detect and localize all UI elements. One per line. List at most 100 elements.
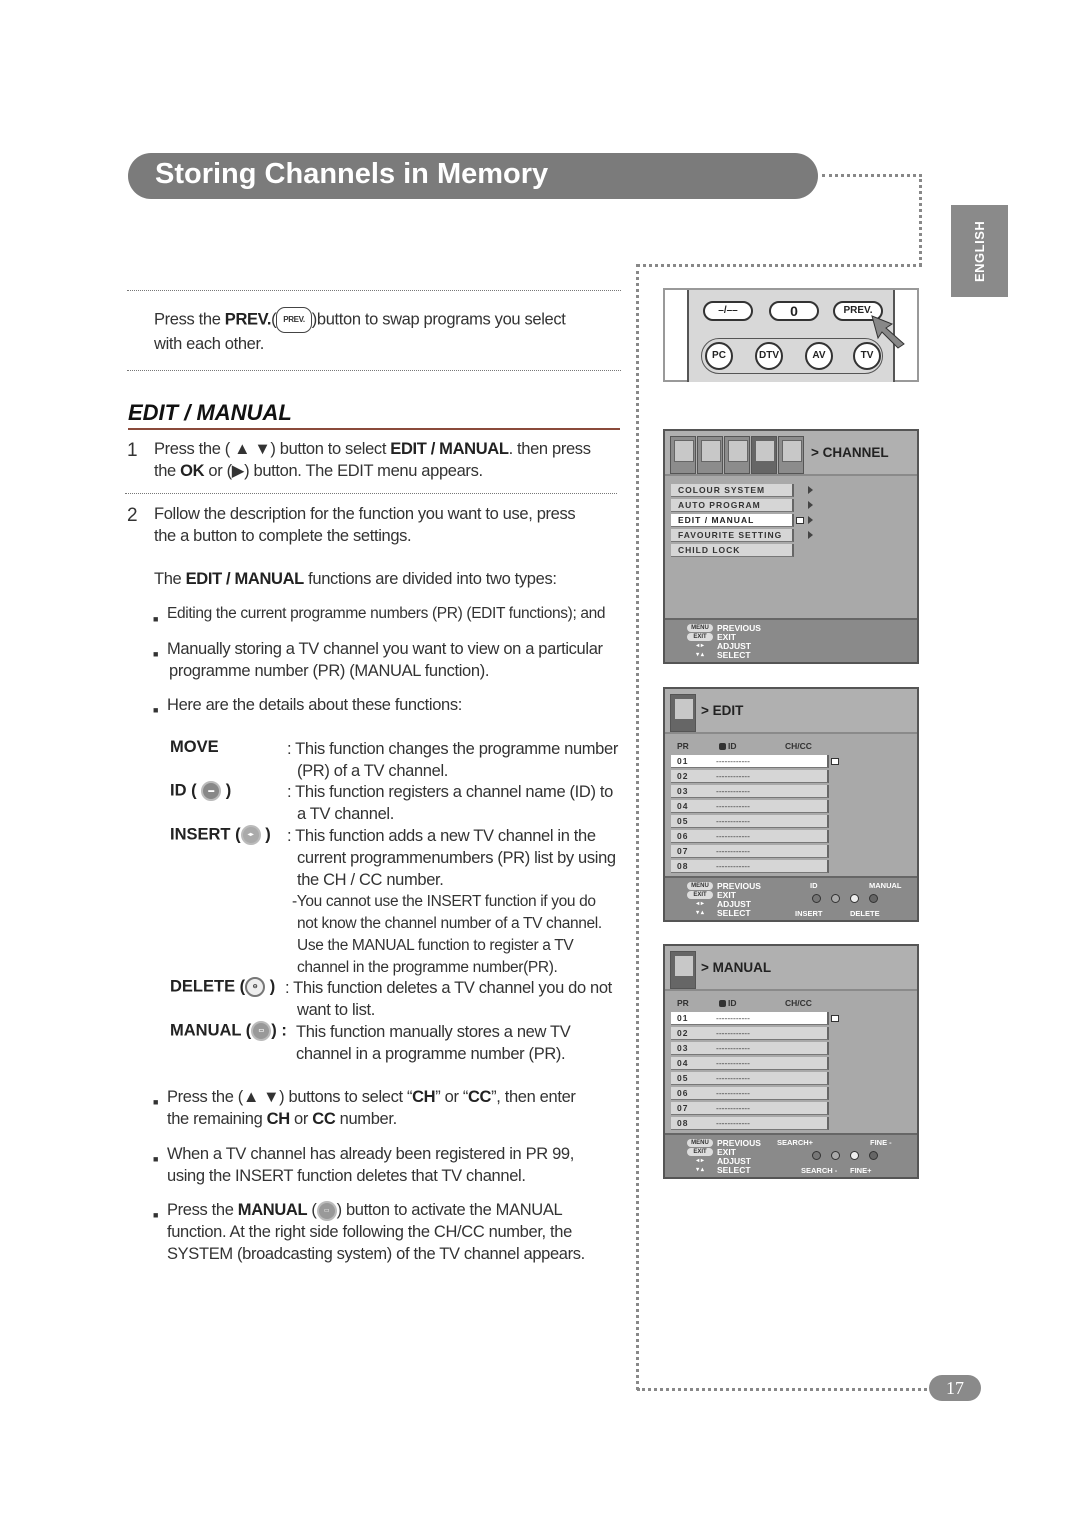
pr-number: 02 (677, 771, 689, 781)
select-label: SELECT (717, 649, 751, 660)
table-row[interactable]: 04 ------------ (671, 800, 829, 813)
menu-item[interactable]: COLOUR SYSTEM (671, 484, 794, 497)
cursor-icon (796, 517, 804, 524)
menu-item[interactable]: AUTO PROGRAM (671, 499, 794, 512)
text: MANUAL (869, 881, 902, 890)
menu-item[interactable]: CHILD LOCK (671, 544, 794, 557)
menu-title: > CHANNEL (811, 445, 889, 460)
text: OK (180, 462, 205, 480)
menu-item[interactable]: EDIT / MANUAL (671, 514, 794, 527)
menu-item[interactable]: FAVOURITE SETTING (671, 529, 794, 542)
remote-illustration: –/–– 0 PREV. PC DTV AV TV (663, 288, 919, 382)
text: Press the ( (167, 1088, 243, 1106)
manual-button-icon: ▭ (251, 1021, 272, 1041)
text: : This function deletes a TV channel you… (285, 979, 612, 997)
text: a TV channel. (297, 805, 394, 823)
text: ) button to select (270, 440, 391, 458)
divider (637, 1388, 927, 1391)
lock-icon (719, 743, 726, 750)
text: EDIT / MANUAL (185, 570, 305, 588)
step-number: 1 (127, 440, 138, 461)
bullet: Editing the current programme numbers (P… (153, 603, 606, 630)
step-2: Follow the description for the function … (154, 503, 624, 547)
channel-id: ------------ (716, 1073, 750, 1083)
table-row[interactable]: 07 ------------ (671, 1102, 829, 1115)
osd-footer: SEARCH+ FINE - SEARCH - FINE+ MENU PREVIO… (665, 1133, 917, 1177)
divider (127, 370, 621, 371)
sound-menu-icon (697, 436, 723, 474)
bullet: Press the (▲ ▼) buttons to select “CH” o… (153, 1086, 576, 1130)
text: Use the MANUAL function to register a TV (297, 937, 574, 954)
bullet: Press the MANUAL (▭) button to activate … (153, 1199, 585, 1265)
text: SYSTEM (broadcasting system) of the TV c… (167, 1245, 585, 1263)
text: : This function adds a new TV channel in… (287, 827, 596, 845)
text: MANUAL (237, 1201, 308, 1219)
desc-move: : This function changes the programme nu… (287, 738, 627, 782)
channel-id: ------------ (716, 846, 750, 856)
text: MANUAL (712, 960, 772, 975)
table-row[interactable]: 01 ------------ (671, 755, 829, 768)
table-row[interactable]: 04 ------------ (671, 1057, 829, 1070)
text: )button to swap programs you select (311, 310, 566, 329)
table-row[interactable]: 06 ------------ (671, 830, 829, 843)
table-row[interactable]: 08 ------------ (671, 1117, 829, 1130)
table-row[interactable]: 07 ------------ (671, 845, 829, 858)
text: The (154, 570, 186, 588)
cursor-icon (831, 758, 839, 765)
pr-number: 01 (677, 1013, 689, 1023)
select-label: SELECT (717, 907, 751, 918)
remote-button-dash: –/–– (703, 301, 753, 321)
table-row[interactable]: 03 ------------ (671, 1042, 829, 1055)
table-row[interactable]: 01 ------------ (671, 1012, 829, 1025)
table-row[interactable]: 03 ------------ (671, 785, 829, 798)
step-number: 2 (127, 505, 138, 526)
text: . then press (508, 440, 591, 458)
table-row[interactable]: 02 ------------ (671, 1027, 829, 1040)
pr-number: 01 (677, 756, 689, 766)
table-row[interactable]: 05 ------------ (671, 1072, 829, 1085)
table-row[interactable]: 06 ------------ (671, 1087, 829, 1100)
menu-key-icon: MENU (687, 623, 713, 632)
divider (127, 290, 621, 291)
footer-key-row: ▾ ▴ SELECT (687, 1165, 750, 1175)
channel-id: ------------ (716, 1088, 750, 1098)
text: EDIT (712, 703, 744, 718)
green-button-icon (831, 1151, 840, 1160)
pointer-hand-icon (871, 315, 905, 349)
text: -You cannot use the INSERT function if y… (292, 893, 596, 910)
channel-id: ------------ (716, 1028, 750, 1038)
table-row[interactable]: 08 ------------ (671, 860, 829, 873)
pr-number: 08 (677, 861, 689, 871)
divider (125, 493, 617, 494)
channel-id: ------------ (716, 861, 750, 871)
text: : This function registers a channel name… (287, 783, 613, 801)
text: When a TV channel has already been regis… (167, 1145, 574, 1163)
pr-number: 04 (677, 801, 689, 811)
up-down-arrow-icon: ▲ ▼ (229, 440, 271, 458)
text: MANUAL ( (170, 1021, 252, 1040)
text: Manually storing a TV channel you want t… (167, 640, 603, 658)
text: programme number (PR) (MANUAL function). (169, 662, 490, 680)
table-row[interactable]: 05 ------------ (671, 815, 829, 828)
pr-number: 06 (677, 831, 689, 841)
text: SEARCH - (801, 1166, 838, 1175)
cursor-icon (831, 1015, 839, 1022)
text: ID ( (170, 781, 197, 800)
up-down-arrow-icon: ▲ ▼ (242, 1088, 280, 1106)
left-right-arrow-icon: ◂ ▸ (696, 643, 704, 649)
language-tab[interactable]: ENGLISH (951, 205, 1008, 297)
page-title: Storing Channels in Memory (128, 153, 818, 199)
green-button-icon (831, 894, 840, 903)
blue-button-icon (869, 1151, 878, 1160)
pr-number: 05 (677, 1073, 689, 1083)
chevron-right-icon (808, 516, 813, 524)
channel-id: ------------ (716, 816, 750, 826)
table-row[interactable]: 02 ------------ (671, 770, 829, 783)
text: channel in the programme number(PR). (297, 959, 558, 976)
term-manual: MANUAL (▭) : (170, 1021, 287, 1041)
bullet: When a TV channel has already been regis… (153, 1143, 574, 1187)
bullet: Manually storing a TV channel you want t… (153, 638, 603, 682)
text: or (289, 1110, 313, 1128)
pr-number: 08 (677, 1118, 689, 1128)
chevron-right-icon (808, 486, 813, 494)
